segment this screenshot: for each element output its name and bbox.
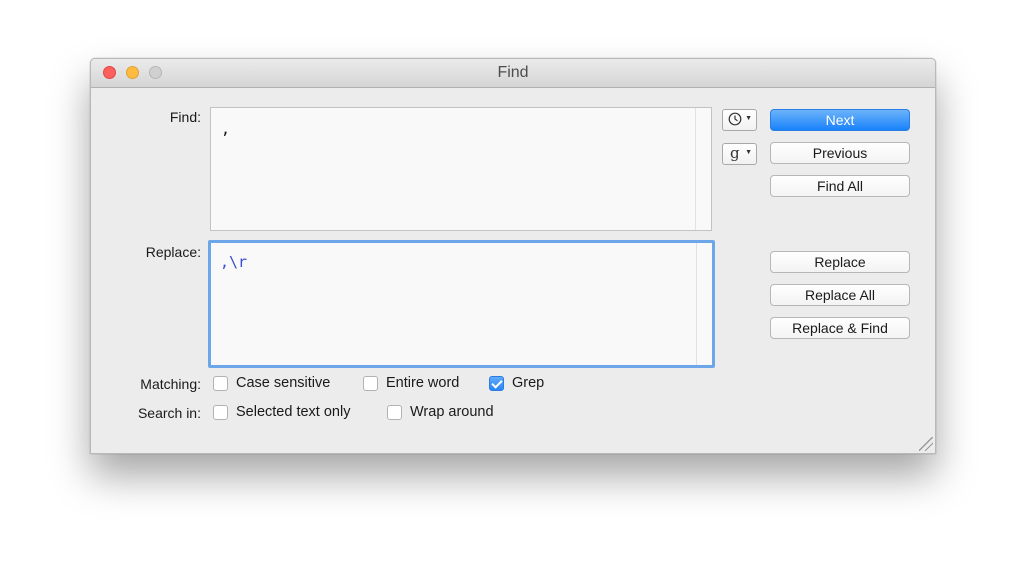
replace-label: Replace: [145, 244, 201, 260]
title-bar: Find [91, 59, 935, 88]
case-sensitive-checkbox[interactable] [213, 376, 228, 391]
next-button[interactable]: Next [770, 109, 910, 131]
matching-label: Matching: [140, 376, 201, 392]
find-label: Find: [169, 109, 201, 125]
grep-checkbox[interactable] [489, 376, 504, 391]
find-text: , [221, 120, 231, 138]
replace-all-button[interactable]: Replace All [770, 284, 910, 306]
previous-button[interactable]: Previous [770, 142, 910, 164]
replace-text: ,\r [220, 253, 248, 271]
case-sensitive-label[interactable]: Case sensitive [236, 375, 330, 391]
entire-word-label[interactable]: Entire word [386, 375, 459, 391]
chevron-down-icon: ▼ [745, 149, 752, 156]
replace-and-find-button[interactable]: Replace & Find [770, 317, 910, 339]
history-popup-button[interactable]: ▼ [722, 109, 757, 131]
grep-pattern-popup-button[interactable]: g ▼ [722, 143, 757, 165]
find-scrollbar[interactable] [695, 108, 711, 230]
entire-word-checkbox[interactable] [363, 376, 378, 391]
replace-button[interactable]: Replace [770, 251, 910, 273]
grep-label[interactable]: Grep [512, 375, 544, 391]
chevron-down-icon: ▼ [745, 115, 752, 122]
selected-text-only-label[interactable]: Selected text only [236, 404, 350, 420]
selected-text-only-checkbox[interactable] [213, 405, 228, 420]
replace-textarea[interactable]: ,\r [208, 240, 715, 368]
wrap-around-label[interactable]: Wrap around [410, 404, 494, 420]
window-title: Find [497, 64, 529, 81]
replace-scrollbar[interactable] [696, 243, 712, 365]
clock-icon [728, 112, 742, 129]
find-window: Find Find: , Replace: ,\r ▼ g ▼ Next Pre… [90, 58, 936, 454]
search-in-label: Search in: [137, 405, 201, 421]
wrap-around-checkbox[interactable] [387, 405, 402, 420]
resize-grip-icon[interactable] [919, 437, 933, 451]
find-textarea[interactable]: , [210, 107, 712, 231]
grep-g-icon: g [730, 144, 740, 162]
find-all-button[interactable]: Find All [770, 175, 910, 197]
